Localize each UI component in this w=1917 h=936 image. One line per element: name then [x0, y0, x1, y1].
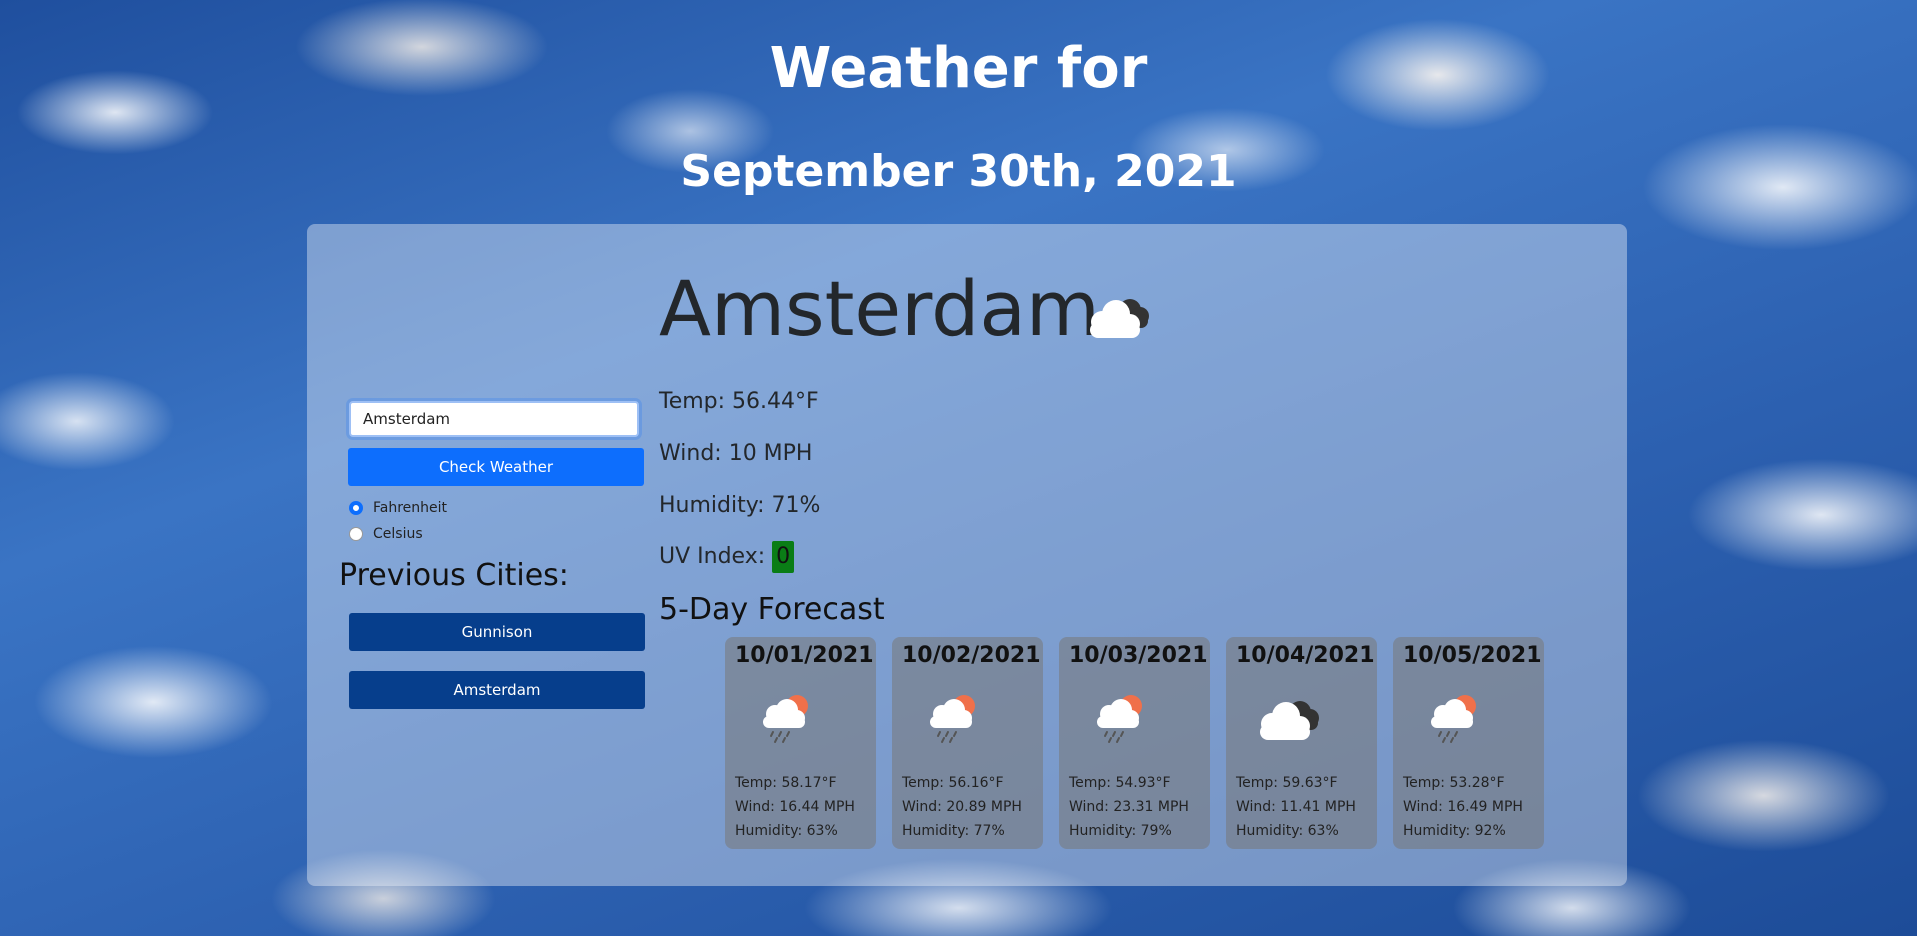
forecast-wind: Wind: 11.41 MPH: [1236, 799, 1356, 815]
forecast-temp: Temp: 53.28°F: [1403, 775, 1505, 791]
uv-label: UV Index:: [659, 544, 766, 569]
previous-cities-heading: Previous Cities:: [339, 558, 569, 593]
forecast-wind: Wind: 16.49 MPH: [1403, 799, 1523, 815]
page-date: September 30th, 2021: [680, 146, 1237, 197]
forecast-card: 10/04/2021 Temp: 59.63°F Wind: 11.41 MPH…: [1226, 637, 1377, 849]
city-search-input[interactable]: [349, 401, 639, 437]
uv-index-badge: 0: [772, 541, 795, 573]
history-city-button[interactable]: Amsterdam: [349, 671, 645, 709]
forecast-wind: Wind: 20.89 MPH: [902, 799, 1022, 815]
current-humidity: Humidity: 71%: [659, 493, 821, 518]
celsius-label: Celsius: [373, 526, 423, 542]
current-wind: Wind: 10 MPH: [659, 441, 813, 466]
fahrenheit-radio[interactable]: [349, 501, 363, 515]
forecast-card: 10/02/2021 Temp: 56.16°F Wind: 20.89 MPH…: [892, 637, 1043, 849]
cloudy-icon: [1260, 701, 1319, 740]
forecast-date: 10/03/2021: [1069, 643, 1208, 668]
forecast-temp: Temp: 59.63°F: [1236, 775, 1338, 791]
page-title: Weather for: [769, 36, 1148, 101]
forecast-temp: Temp: 54.93°F: [1069, 775, 1171, 791]
current-temp: Temp: 56.44°F: [659, 389, 819, 414]
rain-sun-icon: [1431, 695, 1476, 743]
forecast-humidity: Humidity: 79%: [1069, 823, 1172, 839]
forecast-date: 10/02/2021: [902, 643, 1041, 668]
forecast-card: 10/05/2021 Temp: 53.28°F Wind: 16.49 MPH…: [1393, 637, 1544, 849]
forecast-cards: 10/01/2021 Temp: 58.17°F Wind: 16.44 MPH…: [725, 637, 1560, 849]
history-city-button[interactable]: Gunnison: [349, 613, 645, 651]
forecast-humidity: Humidity: 63%: [735, 823, 838, 839]
check-weather-button[interactable]: Check Weather: [348, 448, 644, 486]
unit-option-celsius[interactable]: Celsius: [349, 526, 423, 542]
forecast-temp: Temp: 58.17°F: [735, 775, 837, 791]
forecast-temp: Temp: 56.16°F: [902, 775, 1004, 791]
forecast-date: 10/04/2021: [1236, 643, 1375, 668]
current-uv: UV Index: 0: [659, 541, 795, 573]
fahrenheit-label: Fahrenheit: [373, 500, 448, 516]
forecast-card: 10/03/2021 Temp: 54.93°F Wind: 23.31 MPH…: [1059, 637, 1210, 849]
forecast-heading: 5-Day Forecast: [659, 592, 885, 627]
forecast-humidity: Humidity: 77%: [902, 823, 1005, 839]
celsius-radio[interactable]: [349, 527, 363, 541]
forecast-date: 10/05/2021: [1403, 643, 1542, 668]
unit-option-fahrenheit[interactable]: Fahrenheit: [349, 500, 447, 516]
rain-sun-icon: [763, 695, 808, 743]
forecast-wind: Wind: 23.31 MPH: [1069, 799, 1189, 815]
forecast-card: 10/01/2021 Temp: 58.17°F Wind: 16.44 MPH…: [725, 637, 876, 849]
forecast-date: 10/01/2021: [735, 643, 874, 668]
forecast-humidity: Humidity: 92%: [1403, 823, 1506, 839]
rain-sun-icon: [1097, 695, 1142, 743]
forecast-wind: Wind: 16.44 MPH: [735, 799, 855, 815]
forecast-humidity: Humidity: 63%: [1236, 823, 1339, 839]
cloudy-icon: [1090, 299, 1149, 338]
current-city-name: Amsterdam: [659, 264, 1100, 353]
rain-sun-icon: [930, 695, 975, 743]
